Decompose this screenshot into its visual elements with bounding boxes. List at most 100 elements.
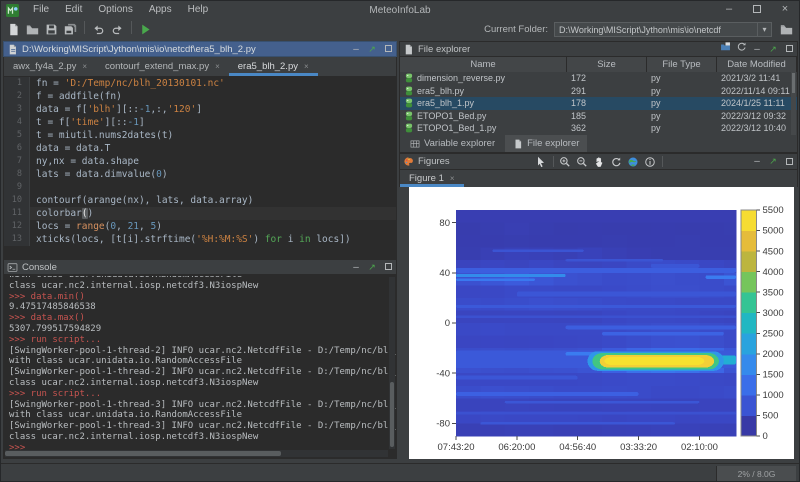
console-line: >>> data.max() [4, 313, 396, 324]
redo-button[interactable] [108, 21, 127, 39]
editor-float-button[interactable]: ↗ [364, 42, 380, 57]
console-maximize-button[interactable] [380, 260, 396, 275]
open-folder-button[interactable] [23, 21, 42, 39]
info-icon [644, 156, 656, 168]
tab-file-explorer[interactable]: File explorer [505, 135, 587, 152]
figure-canvas[interactable]: 80400-40-8007:43:2006:20:0004:56:4003:33… [409, 187, 794, 459]
column-header-date-modified[interactable]: Date Modified [717, 57, 797, 72]
explorer-bottom-tabs: Variable explorerFile explorer [399, 135, 798, 153]
file-date-cell: 2022/3/12 09:32 [717, 110, 797, 123]
line-number: 1 [4, 77, 30, 90]
figures-maximize-button[interactable] [781, 154, 797, 169]
code-text [30, 181, 396, 194]
file-date-cell: 2021/3/2 11:41 [717, 72, 797, 85]
file-table-scrollbar[interactable] [791, 72, 796, 135]
maximize-icon [786, 45, 793, 52]
rotate-button[interactable] [608, 154, 625, 169]
table-row[interactable]: dimension_reverse.py172py2021/3/2 11:41 [400, 72, 797, 85]
table-row[interactable]: ETOPO1_Bed.py185py2022/3/12 09:32 [400, 110, 797, 123]
globe-button[interactable] [625, 154, 642, 169]
table-row[interactable]: ETOPO1_Bed_1.py362py2022/3/12 10:40 [400, 122, 797, 135]
tab-variable-explorer[interactable]: Variable explorer [402, 135, 503, 152]
console-line: >>> run script... [4, 335, 396, 346]
line-number: 4 [4, 116, 30, 129]
undo-button[interactable] [89, 21, 108, 39]
close-button[interactable]: × [771, 1, 799, 19]
zoom-out-icon [576, 156, 588, 168]
figures-caption-bar[interactable]: Figures –↗ [399, 153, 798, 170]
file-explorer-maximize-button[interactable] [781, 42, 797, 57]
console-line: class ucar.nc2.internal.iosp.netcdf3.N3i… [4, 432, 396, 443]
table-row[interactable]: era5_blh_1.py178py2024/1/25 11:11 [400, 97, 797, 110]
pointer-icon [535, 156, 547, 168]
menu-help[interactable]: Help [180, 1, 217, 19]
editor-tab-era5_blh_2.py[interactable]: era5_blh_2.py× [229, 57, 318, 76]
browse-folder-button[interactable] [777, 22, 795, 38]
meteoinfolab-window: FileEditOptionsAppsHelp MeteoInfoLab –× … [0, 0, 800, 482]
menu-options[interactable]: Options [90, 1, 140, 19]
zoom-out-button[interactable] [574, 154, 591, 169]
file-table-header: NameSizeFile TypeDate Modified [399, 57, 798, 72]
column-header-name[interactable]: Name [400, 57, 567, 72]
file-size-cell: 172 [567, 72, 647, 85]
editor-tab-contourf_extend_max.py[interactable]: contourf_extend_max.py× [96, 57, 229, 76]
menu-apps[interactable]: Apps [141, 1, 180, 19]
tab-figure-1[interactable]: Figure 1× [400, 170, 464, 187]
close-icon[interactable]: × [215, 62, 220, 71]
chevron-down-icon[interactable]: ▾ [757, 23, 771, 36]
pan-button[interactable] [591, 154, 608, 169]
file-date-cell: 2022/3/12 10:40 [717, 122, 797, 135]
code-text: locs = range(0, 21, 5) [30, 220, 396, 233]
figures-float-button[interactable]: ↗ [765, 154, 781, 169]
console-minimize-button[interactable]: – [348, 260, 364, 275]
console-float-button[interactable]: ↗ [364, 260, 380, 275]
console-vertical-scrollbar[interactable] [389, 277, 395, 449]
current-folder-combo[interactable]: D:\Working\MIScript\Jython\mis\io\netcdf… [554, 22, 772, 37]
maximize-button[interactable] [743, 1, 771, 19]
line-number: 3 [4, 103, 30, 116]
zoom-in-button[interactable] [557, 154, 574, 169]
menu-file[interactable]: File [25, 1, 57, 19]
save-button[interactable] [42, 21, 61, 39]
console-panel[interactable]: with class ucar.unidata.io.RandomAccessF… [3, 275, 397, 459]
svg-text:3500: 3500 [763, 287, 784, 298]
save-all-button[interactable] [61, 21, 80, 39]
svg-text:4000: 4000 [763, 267, 784, 278]
console-caption-bar[interactable]: Console –↗ [3, 259, 397, 275]
svg-text:0: 0 [763, 431, 768, 442]
close-icon[interactable]: × [82, 62, 87, 71]
close-icon[interactable]: × [304, 62, 309, 71]
menu-edit[interactable]: Edit [57, 1, 90, 19]
file-type-cell: py [647, 110, 717, 123]
code-line: 9 [4, 181, 396, 194]
file-size-cell: 178 [567, 97, 647, 110]
file-explorer-float-button[interactable]: ↗ [765, 42, 781, 57]
refresh-icon[interactable] [733, 41, 749, 57]
line-number: 5 [4, 129, 30, 142]
console-horizontal-scrollbar[interactable] [5, 450, 388, 457]
editor-tab-awx_fy4a_2.py[interactable]: awx_fy4a_2.py× [4, 57, 96, 76]
code-text: f = addfile(fn) [30, 90, 396, 103]
info-button[interactable] [642, 154, 659, 169]
memory-indicator[interactable]: 2% / 8.0G [716, 466, 796, 482]
line-number: 13 [4, 233, 30, 246]
column-header-size[interactable]: Size [567, 57, 647, 72]
editor-caption-bar[interactable]: D:\Working\MIScript\Jython\mis\io\netcdf… [3, 41, 397, 57]
console-line: class ucar.nc2.internal.iosp.netcdf3.N3i… [4, 378, 396, 389]
minimize-button[interactable]: – [715, 1, 743, 19]
main-toolbar: Current Folder: D:\Working\MIScript\Jyth… [1, 19, 799, 40]
svg-text:2500: 2500 [763, 328, 784, 339]
pointer-button[interactable] [533, 154, 550, 169]
editor-maximize-button[interactable] [380, 42, 396, 57]
file-explorer-minimize-button[interactable]: – [749, 42, 765, 57]
figures-minimize-button[interactable]: – [749, 154, 765, 169]
close-icon[interactable]: × [450, 174, 455, 183]
column-header-file-type[interactable]: File Type [647, 57, 717, 72]
run-button[interactable] [136, 21, 155, 39]
file-explorer-caption-bar[interactable]: File explorer –↗ [399, 41, 798, 57]
new-file-button[interactable] [4, 21, 23, 39]
open-folder-icon[interactable] [717, 41, 733, 57]
editor-minimize-button[interactable]: – [348, 42, 364, 57]
code-editor[interactable]: 1fn = 'D:/Temp/nc/blh_20130101.nc'2f = a… [3, 76, 397, 259]
table-row[interactable]: era5_blh.py291py2022/11/14 09:11 [400, 85, 797, 98]
